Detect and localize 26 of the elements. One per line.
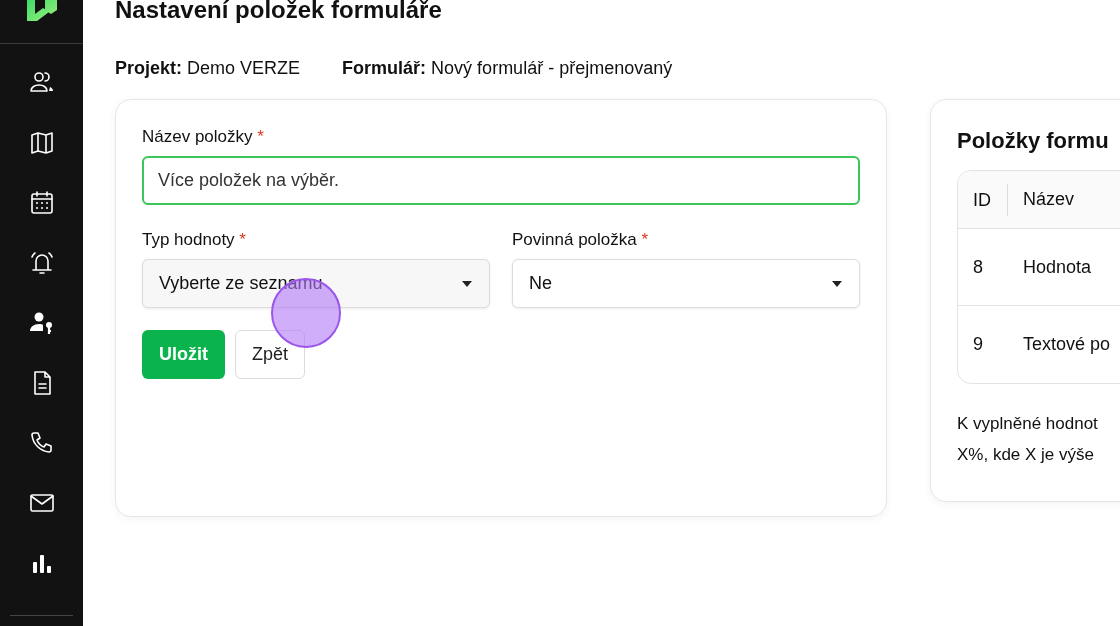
table-cell-text: 8 [972, 255, 984, 279]
info-label: Projekt: [115, 58, 183, 78]
page-title: Nastavení položek formuláře [115, 0, 443, 25]
back-button[interactable]: Zpět [235, 330, 306, 379]
caret-icon [831, 279, 843, 288]
panel-title: Položky formu [957, 127, 1110, 155]
text-field[interactable]: Více položek na výběr. [142, 156, 860, 205]
info-label: Formulář: [342, 58, 427, 78]
info-value: Nový formulář - přejmenovaný [431, 58, 673, 78]
table-cell-text: 9 [972, 333, 984, 356]
required-marker: * [257, 127, 264, 146]
field-label: Typ hodnoty [142, 230, 235, 249]
required-marker: * [239, 230, 246, 249]
required-marker: * [641, 230, 649, 249]
logo-icon [24, 0, 59, 22]
note-text: X%, kde X je výše [957, 444, 1095, 466]
column-header: ID [958, 183, 1008, 216]
info-value: Demo VERZE [187, 58, 301, 78]
column-header: Název [1022, 188, 1075, 211]
note-text: K vyplněné hodnot [957, 413, 1099, 435]
field-label: Povinná položka [512, 230, 637, 249]
select-field[interactable]: Ne [512, 259, 860, 308]
field-label: Název položky [142, 127, 253, 146]
table-cell-text: Hodnota [1022, 255, 1092, 279]
table-cell-text: Textové po [1022, 333, 1111, 356]
caret-icon [461, 279, 473, 288]
